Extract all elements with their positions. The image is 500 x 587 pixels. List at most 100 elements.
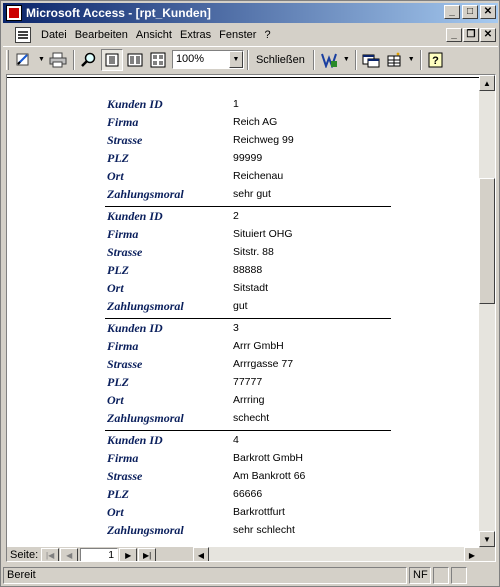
- label-firma: Firma: [107, 339, 139, 353]
- doc-restore-button[interactable]: ❐: [463, 28, 479, 42]
- horizontal-scrollbar[interactable]: ◀ ▶: [193, 547, 480, 561]
- zoom-button[interactable]: [78, 49, 100, 71]
- one-page-button[interactable]: [100, 48, 123, 71]
- two-pages-button[interactable]: [124, 49, 146, 71]
- menu-bar: Datei Bearbeiten Ansicht Extras Fenster …: [3, 25, 498, 45]
- office-links-dropdown[interactable]: ▼: [343, 56, 350, 63]
- menu-extras[interactable]: Extras: [176, 29, 215, 41]
- row-strasse: Strasse Arrrgasse 77: [105, 356, 391, 374]
- label-plz: PLZ: [107, 151, 129, 165]
- row-kunden-id: Kunden ID 4: [105, 432, 391, 450]
- vertical-scroll-thumb[interactable]: [479, 178, 495, 304]
- doc-close-button[interactable]: ✕: [480, 28, 496, 42]
- scrollbar-corner: [479, 547, 495, 561]
- svg-text:?: ?: [432, 55, 439, 67]
- menu-bearbeiten[interactable]: Bearbeiten: [71, 29, 132, 41]
- print-preview-toolbar: ▼ 100% ▼ Schließen ▼ ▼ ?: [3, 46, 498, 72]
- database-window-button[interactable]: [360, 49, 382, 71]
- menu-help[interactable]: ?: [260, 29, 274, 41]
- menu-datei[interactable]: Datei: [37, 29, 71, 41]
- row-zahlungsmoral: Zahlungsmoral sehr gut: [105, 186, 391, 204]
- value-kunden-id: 3: [233, 322, 239, 334]
- label-zahlungsmoral: Zahlungsmoral: [107, 187, 184, 201]
- value-firma: Arrr GmbH: [233, 340, 284, 352]
- row-plz: PLZ 66666: [105, 486, 391, 504]
- label-ort: Ort: [107, 393, 124, 407]
- toolbar-separator: [312, 49, 315, 70]
- previous-page-button[interactable]: ◀: [60, 547, 79, 561]
- row-strasse: Strasse Reichweg 99: [105, 132, 391, 150]
- value-ort: Sitstadt: [233, 282, 269, 294]
- two-pages-icon: [127, 53, 143, 66]
- access-key-icon[interactable]: [6, 5, 22, 21]
- record-divider: [105, 318, 391, 319]
- report-document-icon[interactable]: [15, 27, 31, 43]
- row-firma: Firma Barkrott GmbH: [105, 450, 391, 468]
- new-object-icon: [387, 51, 401, 66]
- help-button[interactable]: ?: [425, 49, 447, 71]
- record-divider: [105, 430, 391, 431]
- toolbar-separator: [72, 49, 75, 70]
- row-kunden-id: Kunden ID 3: [105, 320, 391, 338]
- label-firma: Firma: [107, 115, 139, 129]
- doc-minimize-button[interactable]: _: [446, 28, 462, 42]
- row-kunden-id: Kunden ID 1: [105, 96, 391, 114]
- scroll-up-button[interactable]: ▲: [479, 75, 495, 91]
- value-plz: 77777: [233, 376, 263, 388]
- status-panel-empty: [433, 567, 449, 584]
- scroll-right-button[interactable]: ▶: [464, 547, 480, 561]
- row-zahlungsmoral: Zahlungsmoral gut: [105, 298, 391, 316]
- row-firma: Firma Arrr GmbH: [105, 338, 391, 356]
- row-firma: Firma Reich AG: [105, 114, 391, 132]
- page-top-line: [7, 77, 480, 78]
- value-plz: 88888: [233, 264, 263, 276]
- zoom-icon: [81, 52, 96, 67]
- scroll-left-button[interactable]: ◀: [193, 547, 209, 561]
- label-zahlungsmoral: Zahlungsmoral: [107, 299, 184, 313]
- first-page-button[interactable]: |◀: [41, 547, 60, 561]
- print-icon: [49, 52, 67, 67]
- title-bar[interactable]: Microsoft Access - [rpt_Kunden] _ □ ✕: [3, 3, 498, 23]
- close-button[interactable]: ✕: [480, 5, 496, 19]
- maximize-button[interactable]: □: [462, 5, 478, 19]
- label-strasse: Strasse: [107, 469, 143, 483]
- label-plz: PLZ: [107, 487, 129, 501]
- design-view-dropdown[interactable]: ▼: [38, 56, 45, 63]
- menu-fenster[interactable]: Fenster: [215, 29, 260, 41]
- label-firma: Firma: [107, 451, 139, 465]
- report-page: Kunden ID 1 Firma Reich AG Strasse Reichweg…: [7, 75, 480, 547]
- design-view-button[interactable]: [13, 49, 35, 71]
- value-strasse: Reichweg 99: [233, 134, 294, 146]
- report-preview-area: Kunden ID 1 Firma Reich AG Strasse Reichweg…: [6, 74, 496, 562]
- value-ort: Barkrottfurt: [233, 506, 285, 518]
- multiple-pages-button[interactable]: [147, 49, 169, 71]
- chevron-down-icon[interactable]: ▼: [228, 51, 243, 68]
- office-links-button[interactable]: [318, 49, 340, 71]
- minimize-button[interactable]: _: [444, 5, 460, 19]
- row-strasse: Strasse Sitstr. 88: [105, 244, 391, 262]
- new-object-dropdown[interactable]: ▼: [408, 56, 415, 63]
- value-zahlungsmoral: sehr gut: [233, 188, 271, 200]
- toolbar-grip[interactable]: [6, 49, 9, 70]
- value-ort: Arrring: [233, 394, 265, 406]
- label-zahlungsmoral: Zahlungsmoral: [107, 411, 184, 425]
- toolbar-separator: [354, 49, 357, 70]
- status-panel-resize[interactable]: [451, 567, 467, 584]
- value-zahlungsmoral: sehr schlecht: [233, 524, 295, 536]
- zoom-select[interactable]: 100% ▼: [171, 50, 244, 69]
- scroll-down-button[interactable]: ▼: [479, 531, 495, 547]
- label-kunden-id: Kunden ID: [107, 209, 163, 223]
- print-button[interactable]: [47, 49, 69, 71]
- label-plz: PLZ: [107, 263, 129, 277]
- window-title: Microsoft Access - [rpt_Kunden]: [26, 6, 211, 20]
- last-page-button[interactable]: ▶|: [138, 547, 157, 561]
- vertical-scrollbar[interactable]: ▲ ▼: [479, 75, 495, 547]
- page-number-input[interactable]: 1: [80, 547, 119, 561]
- label-zahlungsmoral: Zahlungsmoral: [107, 523, 184, 537]
- close-preview-button[interactable]: Schließen: [252, 49, 309, 71]
- value-strasse: Sitstr. 88: [233, 246, 274, 258]
- value-strasse: Am Bankrott 66: [233, 470, 306, 482]
- new-object-button[interactable]: [383, 49, 405, 71]
- next-page-button[interactable]: ▶: [119, 547, 138, 561]
- menu-ansicht[interactable]: Ansicht: [132, 29, 176, 41]
